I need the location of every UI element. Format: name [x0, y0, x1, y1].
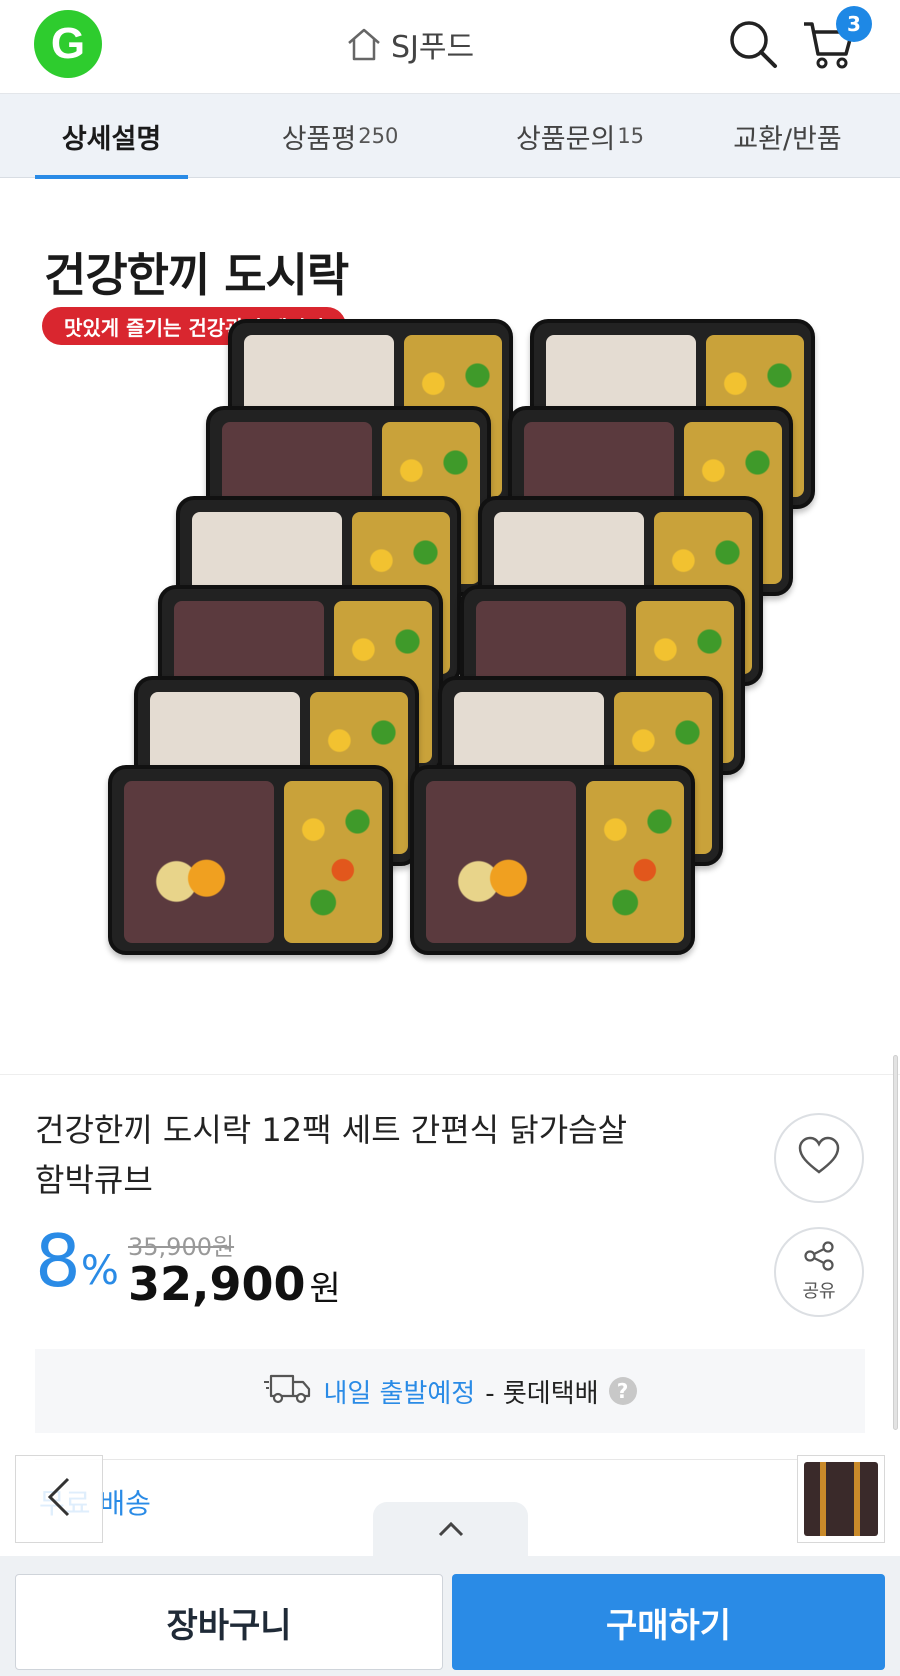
- product-title-line1: 건강한끼 도시락 12팩 세트 간편식 닭가슴살: [35, 1111, 628, 1149]
- product-title-line2: 함박큐브: [35, 1161, 153, 1199]
- tab-detail[interactable]: 상세설명: [35, 94, 188, 178]
- chevron-left-icon: [44, 1475, 74, 1523]
- product-title: 건강한끼 도시락 12팩 세트 간편식 닭가슴살 함박큐브: [35, 1105, 675, 1205]
- chevron-up-icon: [436, 1520, 466, 1542]
- tab-inquiries-label: 상품문의: [515, 123, 616, 155]
- tray-side-dish: [586, 781, 684, 943]
- product-info: 건강한끼 도시락 12팩 세트 간편식 닭가슴살 함박큐브 공유 8% 35,9…: [0, 1074, 900, 1554]
- home-icon: [345, 27, 383, 61]
- back-button[interactable]: [15, 1455, 103, 1543]
- product-image[interactable]: 건강한끼 도시락 맛있게 즐기는 건강관리 레시피: [0, 179, 900, 1074]
- tab-exchange-return[interactable]: 교환/반품: [715, 94, 860, 178]
- heart-icon: [797, 1136, 841, 1180]
- scrollbar[interactable]: [893, 1055, 898, 1430]
- help-icon[interactable]: ?: [608, 1377, 637, 1405]
- sale-price-value: 32,900: [128, 1257, 306, 1311]
- lunchbox-tray: [108, 765, 393, 955]
- delivery-info: 내일 출발예정 - 롯데택배 ?: [35, 1349, 865, 1433]
- bottom-action-bar: 장바구니 구매하기: [0, 1556, 900, 1676]
- tab-inquiries[interactable]: 상품문의 15: [480, 94, 680, 178]
- wishlist-button[interactable]: [774, 1113, 864, 1203]
- tab-inquiries-count: 15: [617, 124, 645, 148]
- hero-title: 건강한끼 도시락: [44, 248, 349, 302]
- add-to-cart-button[interactable]: 장바구니: [15, 1574, 443, 1670]
- store-link[interactable]: SJ푸드: [345, 22, 474, 66]
- cart-count-badge: 3: [836, 6, 872, 42]
- truck-icon: [263, 1372, 313, 1411]
- product-thumbnail[interactable]: [797, 1455, 885, 1543]
- tray-rice: [426, 781, 576, 943]
- tab-reviews[interactable]: 상품평 250: [250, 94, 430, 178]
- tray-rice: [124, 781, 274, 943]
- search-icon[interactable]: [725, 16, 781, 72]
- discount-percent: %: [80, 1248, 119, 1294]
- sale-price: 32,900 원: [128, 1257, 341, 1311]
- product-tabs: 상세설명 상품평 250 상품문의 15 교환/반품: [0, 94, 900, 178]
- logo-letter: G: [50, 19, 86, 68]
- discount-rate: 8%: [35, 1225, 119, 1297]
- tab-exchange-label: 교환/반품: [733, 123, 842, 155]
- expand-sheet-handle[interactable]: [373, 1502, 528, 1560]
- discount-number: 8: [35, 1219, 81, 1303]
- delivery-carrier: - 롯데택배: [485, 1378, 599, 1409]
- buy-now-button[interactable]: 구매하기: [452, 1574, 885, 1670]
- tab-detail-label: 상세설명: [61, 123, 162, 155]
- share-icon: [802, 1241, 836, 1275]
- top-header: G SJ푸드 3: [0, 0, 900, 94]
- sale-price-unit: 원: [309, 1269, 341, 1309]
- delivery-eta: 내일 출발예정: [323, 1378, 476, 1409]
- lunchbox-tray: [410, 765, 695, 955]
- share-button[interactable]: 공유: [774, 1227, 864, 1317]
- thumbnail-image: [804, 1462, 878, 1536]
- tab-reviews-label: 상품평: [281, 123, 357, 155]
- store-name: SJ푸드: [391, 30, 475, 65]
- gmarket-logo[interactable]: G: [34, 10, 102, 78]
- tray-side-dish: [284, 781, 382, 943]
- tab-reviews-count: 250: [358, 124, 399, 148]
- share-label: 공유: [802, 1281, 836, 1302]
